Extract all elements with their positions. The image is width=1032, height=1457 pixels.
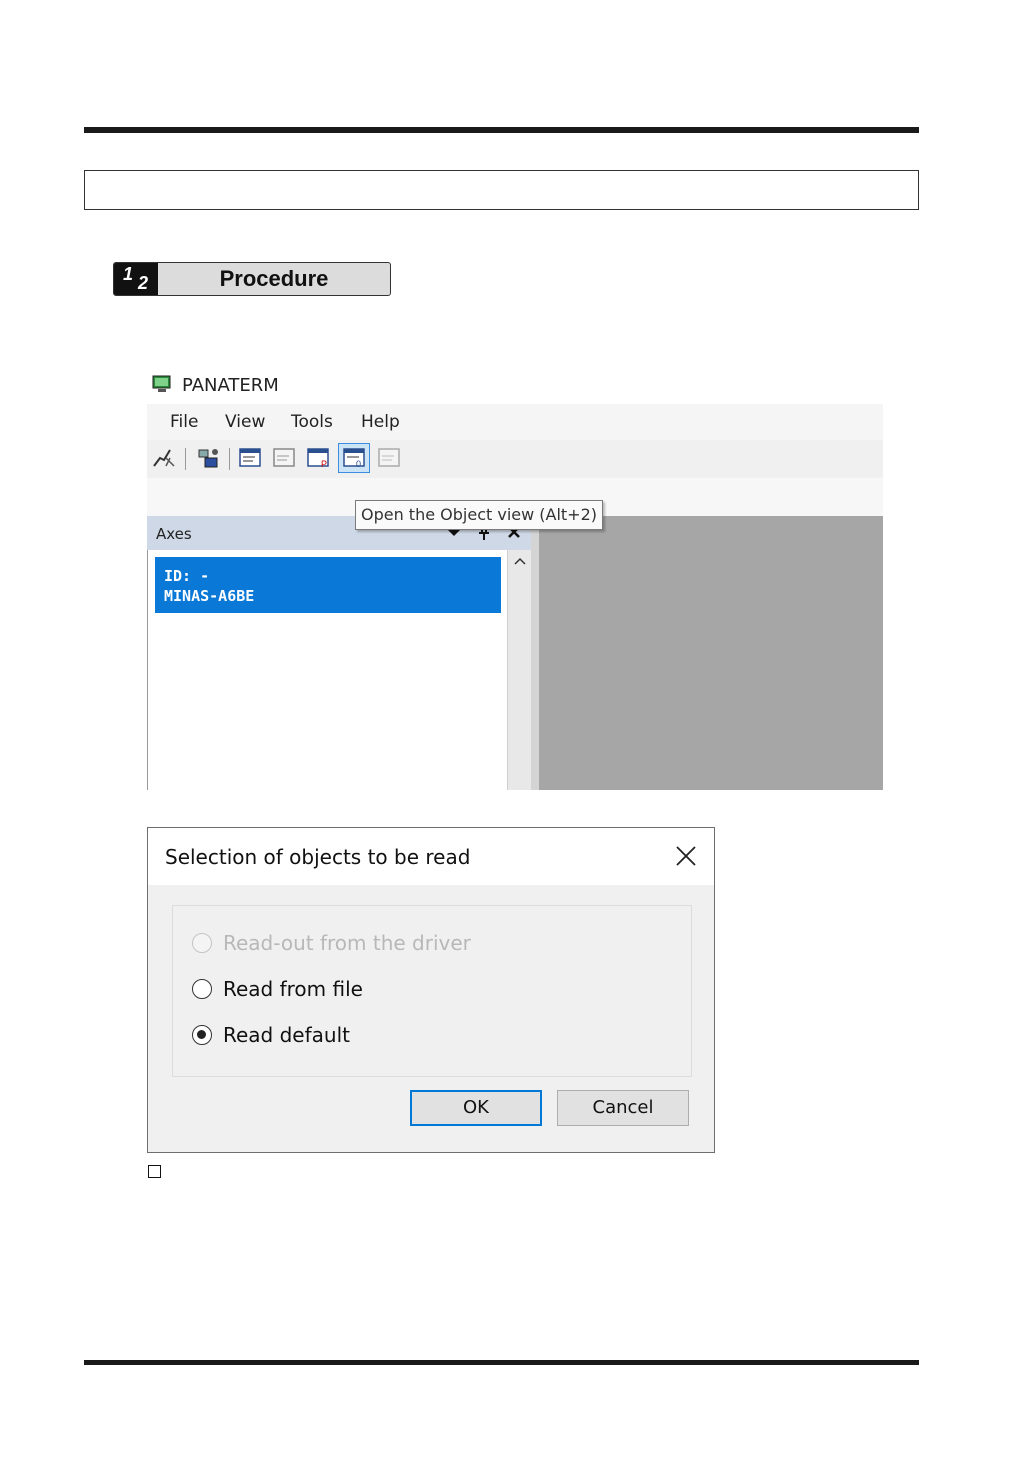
axes-scrollbar[interactable] (507, 550, 533, 790)
procedure-badge: 1 2 (114, 263, 158, 295)
axis-list-item[interactable]: ID: - MINAS-A6BE (155, 557, 501, 613)
procedure-heading: 1 2 Procedure (113, 262, 391, 296)
parameter-icon[interactable] (237, 446, 263, 470)
badge-number-2: 2 (138, 273, 149, 293)
svg-text:P: P (321, 459, 327, 469)
monitor-icon[interactable] (271, 446, 297, 470)
menu-bar: File View Tools Help (147, 404, 883, 440)
parameter-print-icon[interactable]: P (305, 446, 331, 470)
radio-button-icon (192, 1025, 212, 1045)
bottom-rule (84, 1360, 919, 1365)
procedure-title: Procedure (219, 266, 329, 291)
toolbar-separator (185, 448, 186, 470)
object-view-icon: 0 (343, 448, 365, 469)
communication-icon[interactable] (195, 446, 221, 470)
radio-button-icon (192, 933, 212, 953)
menu-help[interactable]: Help (361, 412, 400, 432)
menu-file[interactable]: File (170, 412, 198, 432)
axes-panel-title: Axes (156, 525, 192, 543)
window-titlebar: PANATERM (147, 366, 883, 404)
dialog-title: Selection of objects to be read (165, 845, 471, 869)
top-rule (84, 127, 919, 133)
window-title: PANATERM (182, 375, 279, 396)
panel-splitter[interactable] (531, 516, 539, 790)
toolbar-separator (229, 448, 230, 470)
menu-view[interactable]: View (225, 412, 265, 432)
close-icon[interactable] (675, 845, 697, 867)
dialog-titlebar: Selection of objects to be read (148, 828, 714, 885)
panaterm-app-icon (152, 375, 171, 392)
scroll-up-icon[interactable] (513, 555, 527, 567)
radio-label: Read-out from the driver (223, 931, 471, 955)
axis-id: ID: - (164, 567, 210, 585)
selection-dialog: Selection of objects to be read Read-out… (147, 827, 715, 1153)
header-box (84, 170, 919, 210)
connect-icon[interactable] (150, 446, 176, 470)
menu-tools[interactable]: Tools (291, 412, 333, 432)
axes-list: ID: - MINAS-A6BE (147, 550, 508, 790)
panaterm-window: PANATERM File View Tools Help P 0 Open t… (147, 366, 883, 790)
badge-number-1: 1 (123, 264, 134, 284)
cancel-button[interactable]: Cancel (557, 1090, 689, 1126)
checkbox-icon (148, 1165, 161, 1178)
disabled-view-icon (378, 448, 400, 467)
object-view-tooltip: Open the Object view (Alt+2) (355, 500, 603, 530)
workspace-area (539, 516, 883, 790)
svg-text:0: 0 (356, 459, 361, 469)
toolbar: P 0 (147, 440, 883, 478)
radio-button-icon (192, 979, 212, 999)
object-view-button[interactable]: 0 (338, 443, 370, 473)
ok-button[interactable]: OK (410, 1090, 542, 1126)
radio-label: Read default (223, 1023, 350, 1047)
radio-selected-dot (197, 1030, 206, 1039)
radio-label: Read from file (223, 977, 363, 1001)
read-source-group: Read-out from the driver Read from file … (172, 905, 692, 1077)
axis-model: MINAS-A6BE (164, 587, 255, 605)
